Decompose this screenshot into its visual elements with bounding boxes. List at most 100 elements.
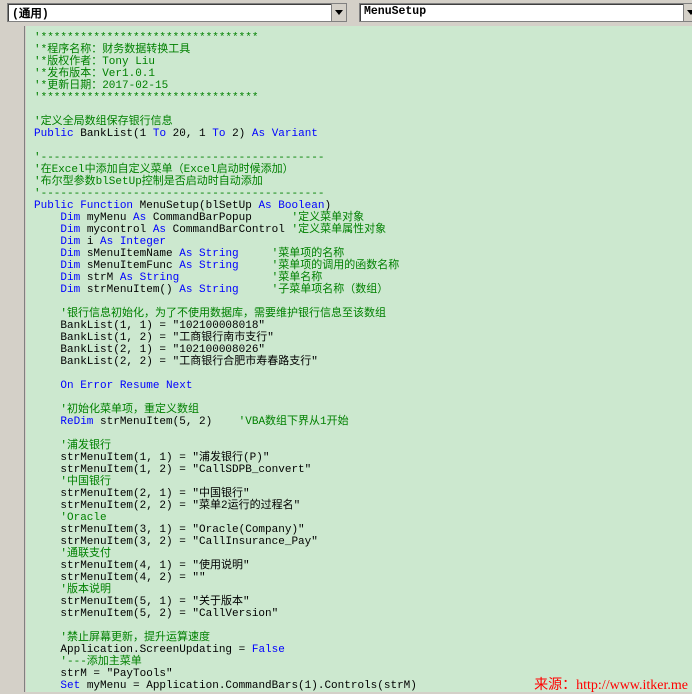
code-token: '定义菜单属性对象 — [291, 224, 387, 236]
code-line: '版本说明 — [34, 584, 112, 596]
code-line: Public BankList(1 To 20, 1 To 2) As Vari… — [34, 128, 318, 140]
code-line: Dim i As Integer — [34, 236, 166, 248]
object-combo-dropdown-button[interactable] — [331, 4, 346, 21]
code-line: strMenuItem(5, 1) = "关于版本" — [34, 596, 250, 608]
code-token: Set — [34, 680, 87, 692]
code-line: '*更新日期：2017-02-15 — [34, 80, 169, 92]
code-token: Dim — [34, 224, 87, 236]
code-token: Application.ScreenUpdating = — [34, 644, 252, 656]
code-token: strMenuItem(5, 2) — [100, 416, 239, 428]
code-token: As — [152, 224, 173, 236]
code-token: '菜单名称 — [271, 272, 323, 284]
code-token: Dim — [34, 236, 87, 248]
code-token: '菜单项的名称 — [271, 248, 345, 260]
code-line: '定义全局数组保存银行信息 — [34, 116, 173, 128]
code-token: strMenuItem() — [86, 284, 180, 296]
code-window-toolbar: (通用) MenuSetup — [0, 0, 692, 26]
code-token: As String — [179, 284, 272, 296]
code-line: strM = "PayTools" — [34, 668, 173, 680]
chevron-down-icon — [335, 10, 343, 15]
code-token: As Variant — [251, 128, 318, 140]
code-token: Dim — [34, 212, 87, 224]
code-line: '*程序名称：财务数据转换工具 — [34, 44, 191, 56]
code-line: Application.ScreenUpdating = False — [34, 644, 285, 656]
code-line: '在Excel中添加自定义菜单（Excel启动时候添加） — [34, 164, 294, 176]
code-token: BankList(1 — [80, 128, 153, 140]
procedure-combo-value: MenuSetup — [364, 5, 427, 18]
code-token: To — [212, 128, 233, 140]
code-token: Dim — [34, 260, 87, 272]
code-token: False — [251, 644, 285, 656]
code-token: As — [133, 212, 153, 224]
code-line: Dim strMenuItem() As String '子菜单项名称（数组） — [34, 284, 388, 296]
code-token: Dim — [34, 272, 87, 284]
object-combo[interactable]: (通用) — [7, 3, 347, 22]
code-line: '初始化菜单项，重定义数组 — [34, 404, 200, 416]
code-token: As String — [179, 248, 272, 260]
code-line: BankList(2, 1) = "102100008026" — [34, 344, 266, 356]
code-token: '子菜单项名称（数组） — [271, 284, 389, 296]
code-line: '中国银行 — [34, 476, 112, 488]
code-line: '布尔型参数blSetUp控制是否启动时自动添加 — [34, 176, 263, 188]
code-line: ReDim strMenuItem(5, 2) 'VBA数组下界从1开始 — [34, 416, 349, 428]
code-token: To — [152, 128, 173, 140]
code-token: CommandBarControl — [172, 224, 292, 236]
code-token: Public — [34, 128, 81, 140]
code-line: BankList(1, 1) = "102100008018" — [34, 320, 266, 332]
code-line: strMenuItem(2, 1) = "中国银行" — [34, 488, 250, 500]
code-token: i — [86, 236, 101, 248]
code-line: Dim strM As String '菜单名称 — [34, 272, 322, 284]
code-token: ReDim — [34, 416, 101, 428]
code-line: strMenuItem(4, 2) = "" — [34, 572, 206, 584]
code-line: Dim sMenuItemName As String '菜单项的名称 — [34, 248, 344, 260]
object-combo-value: (通用) — [12, 8, 49, 21]
code-token: sMenuItemName — [86, 248, 180, 260]
code-token: As String — [179, 260, 272, 272]
code-line: strMenuItem(2, 2) = "菜单2运行的过程名" — [34, 500, 301, 512]
code-line: '---------------------------------------… — [34, 188, 325, 200]
code-token: mycontrol — [86, 224, 153, 236]
source-watermark: 来源：http://www.itker.me — [534, 678, 688, 693]
code-line: '*发布版本：Ver1.0.1 — [34, 68, 156, 80]
code-line: Set myMenu = Application.CommandBars(1).… — [34, 680, 417, 692]
code-line: BankList(1, 2) = "工商银行南市支行" — [34, 332, 274, 344]
code-token: 'VBA数组下界从1开始 — [238, 416, 349, 428]
code-line: '---------------------------------------… — [34, 152, 325, 164]
code-line: '通联支付 — [34, 548, 112, 560]
code-line: Dim sMenuItemFunc As String '菜单项的调用的函数名称 — [34, 260, 399, 272]
code-line: '********************************* — [34, 92, 259, 104]
code-line: strMenuItem(3, 1) = "Oracle(Company)" — [34, 524, 305, 536]
code-line: 'Oracle — [34, 512, 107, 524]
code-line: Dim mycontrol As CommandBarControl '定义菜单… — [34, 224, 386, 236]
code-line: Public Function MenuSetup(blSetUp As Boo… — [34, 200, 331, 212]
procedure-combo[interactable]: MenuSetup — [359, 3, 692, 22]
code-token: As Boolean — [258, 200, 325, 212]
code-token: Dim — [34, 248, 87, 260]
code-token: Public Function — [34, 200, 140, 212]
code-editor[interactable]: '********************************* '*程序名称… — [0, 26, 692, 693]
code-line: Dim myMenu As CommandBarPopup '定义菜单对象 — [34, 212, 364, 224]
code-token: CommandBarPopup — [152, 212, 292, 224]
code-line: '*版权作者：Tony Liu — [34, 56, 156, 68]
code-line: strMenuItem(1, 1) = "浦发银行(P)" — [34, 452, 270, 464]
code-token: '定义菜单对象 — [291, 212, 365, 224]
code-token: MenuSetup(blSetUp — [139, 200, 259, 212]
code-token: As String — [119, 272, 272, 284]
code-line: strMenuItem(3, 2) = "CallInsurance_Pay" — [34, 536, 318, 548]
procedure-combo-dropdown-button[interactable] — [683, 4, 692, 21]
code-line: '银行信息初始化，为了不使用数据库，需要维护银行信息至该数组 — [34, 308, 387, 320]
code-line: '浦发银行 — [34, 440, 112, 452]
breakpoint-margin[interactable] — [0, 26, 25, 692]
code-token: 2) — [232, 128, 252, 140]
code-line: BankList(2, 2) = "工商银行合肥市寿春路支行" — [34, 356, 318, 368]
code-line: On Error Resume Next — [34, 380, 193, 392]
chevron-down-icon — [687, 10, 692, 15]
code-token: myMenu = Application.CommandBars(1).Cont… — [86, 680, 417, 692]
code-pane[interactable]: '********************************* '*程序名称… — [26, 26, 692, 692]
code-line: '********************************* — [34, 32, 259, 44]
code-line: '---添加主菜单 — [34, 656, 142, 668]
code-line: strMenuItem(4, 1) = "使用说明" — [34, 560, 250, 572]
code-token: As Integer — [100, 236, 167, 248]
code-token: Dim — [34, 284, 87, 296]
code-token: '菜单项的调用的函数名称 — [271, 260, 400, 272]
